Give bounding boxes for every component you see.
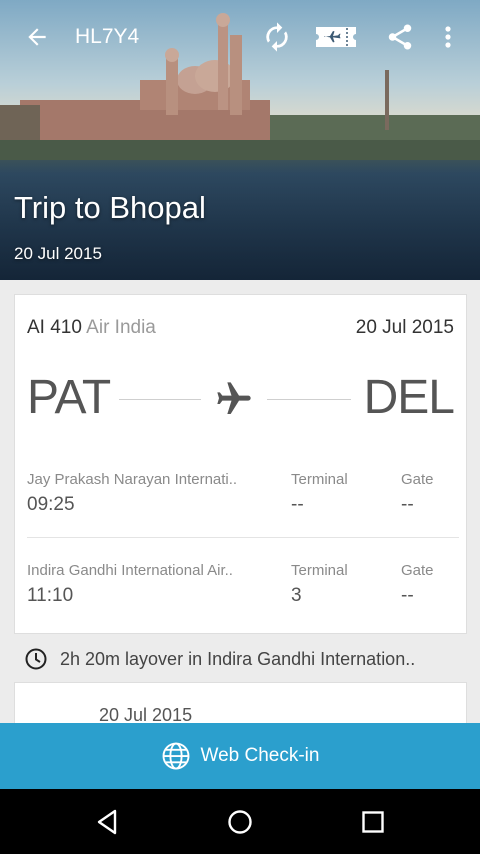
arrival-gate-label: Gate	[401, 562, 434, 579]
origin-code: PAT	[27, 371, 111, 424]
flight-identifier: AI 410 Air India	[27, 317, 156, 339]
airplane-icon	[212, 379, 256, 419]
nav-home-icon[interactable]	[225, 807, 255, 837]
globe-icon	[162, 742, 189, 770]
route-line-left	[119, 399, 201, 400]
destination-code: DEL	[363, 371, 455, 424]
departure-airport: Jay Prakash Narayan Internati..	[27, 471, 238, 488]
nav-recents-icon[interactable]	[358, 807, 388, 837]
arrival-time: 11:10	[27, 585, 74, 606]
departure-time: 09:25	[27, 494, 75, 515]
trip-date: 20 Jul 2015	[14, 244, 102, 263]
nav-back-icon[interactable]	[92, 807, 122, 837]
layover-info: 2h 20m layover in Indira Gandhi Internat…	[24, 645, 415, 673]
app-bar: HL7Y4	[0, 0, 480, 76]
web-checkin-button[interactable]: Web Check-in	[0, 723, 480, 789]
departure-gate-label: Gate	[401, 471, 434, 488]
flight-number: AI 410	[27, 317, 82, 338]
web-checkin-label: Web Check-in	[200, 745, 320, 766]
back-arrow-icon[interactable]	[22, 22, 52, 52]
flight-card[interactable]: AI 410 Air India 20 Jul 2015 PAT DEL Jay…	[14, 294, 467, 634]
departure-terminal: --	[291, 494, 304, 515]
flight-date: 20 Jul 2015	[355, 317, 454, 338]
departure-gate: --	[401, 494, 414, 515]
trip-title: Trip to Bhopal	[14, 190, 206, 225]
boarding-pass-icon[interactable]	[314, 22, 358, 52]
page-title: HL7Y4	[75, 25, 140, 48]
arrival-airport: Indira Gandhi International Air..	[27, 562, 233, 579]
arrival-terminal: 3	[291, 585, 302, 606]
layover-text: 2h 20m layover in Indira Gandhi Internat…	[60, 648, 416, 669]
more-vert-icon[interactable]	[436, 20, 460, 54]
arrival-gate: --	[401, 585, 414, 606]
airline-name: Air India	[86, 317, 156, 338]
system-nav-bar	[0, 789, 480, 854]
arrival-terminal-label: Terminal	[291, 562, 348, 579]
clock-icon	[25, 648, 47, 670]
card-divider	[27, 537, 459, 538]
departure-terminal-label: Terminal	[291, 471, 348, 488]
refresh-icon[interactable]	[260, 20, 294, 54]
route-line-right	[267, 399, 351, 400]
share-icon[interactable]	[383, 20, 417, 54]
